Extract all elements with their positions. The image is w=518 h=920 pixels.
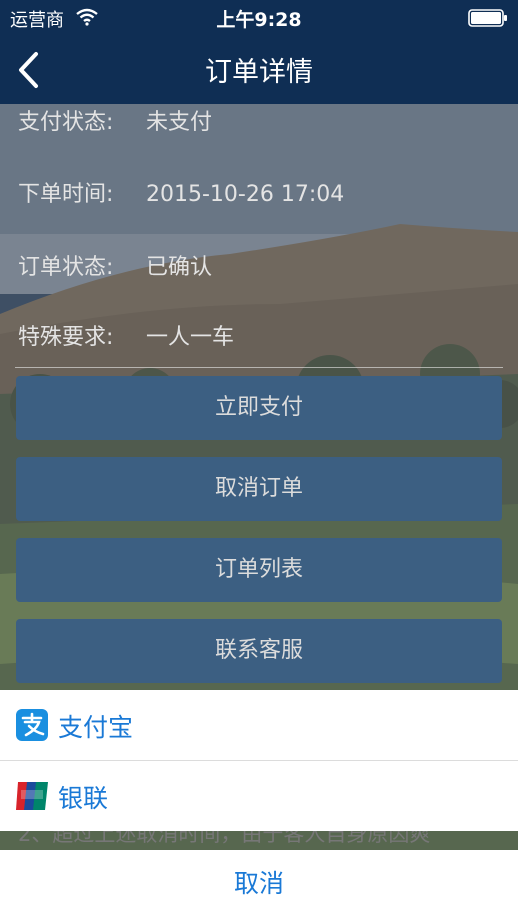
- status-bar: 运营商 上午9:28: [0, 0, 518, 34]
- unionpay-label: 银联: [58, 784, 109, 813]
- payment-status-label: 支付状态:: [18, 110, 114, 135]
- page-title: 订单详情: [205, 57, 313, 88]
- order-status-row: 订单状态: 已确认: [18, 249, 212, 281]
- unionpay-option[interactable]: 银联: [0, 761, 518, 831]
- payment-method-sheet: 支付宝 银联: [0, 690, 518, 831]
- alipay-label: 支付宝: [58, 713, 134, 742]
- order-time-label: 下单时间:: [18, 182, 114, 207]
- special-request-label: 特殊要求:: [18, 325, 114, 350]
- battery-icon: [468, 9, 507, 27]
- unionpay-icon: [16, 782, 48, 810]
- alipay-icon: [16, 709, 48, 741]
- order-time-value: 2015-10-26 17:04: [146, 182, 345, 207]
- payment-status-row: 支付状态: 未支付: [18, 104, 212, 136]
- alipay-option[interactable]: 支付宝: [0, 690, 518, 760]
- section-divider: [15, 367, 503, 368]
- nav-bar: 订单详情: [0, 34, 518, 104]
- status-time: 上午9:28: [216, 9, 302, 31]
- sheet-cancel-button[interactable]: 取消: [0, 850, 518, 920]
- special-request-row: 特殊要求: 一人一车: [18, 319, 234, 351]
- pay-now-button[interactable]: 立即支付: [16, 376, 502, 440]
- order-status-label: 订单状态:: [18, 255, 114, 280]
- order-status-value: 已确认: [146, 255, 213, 280]
- cancel-order-button[interactable]: 取消订单: [16, 457, 502, 521]
- order-list-button[interactable]: 订单列表: [16, 538, 502, 602]
- payment-status-value: 未支付: [146, 110, 213, 135]
- special-request-value: 一人一车: [146, 325, 235, 350]
- order-time-row: 下单时间: 2015-10-26 17:04: [18, 176, 344, 208]
- contact-service-button[interactable]: 联系客服: [16, 619, 502, 683]
